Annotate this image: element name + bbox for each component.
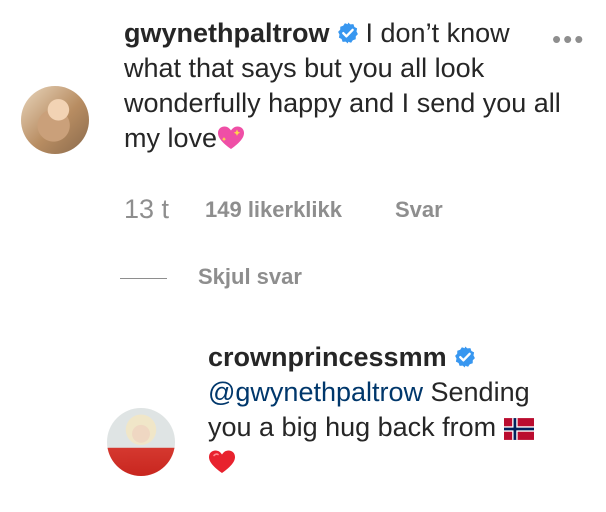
norway-flag-icon: [503, 418, 534, 440]
likes-count-button[interactable]: 149 likerklikk: [205, 197, 342, 223]
comment-time: 13 t: [124, 194, 170, 224]
verified-badge-icon: [454, 346, 475, 368]
comment-gwynethpaltrow: gwynethpaltrow I don’t know what that sa…: [124, 16, 564, 156]
comment-text-line1: I don’t know: [365, 18, 510, 48]
mention-link[interactable]: @gwynethpaltrow: [208, 377, 423, 407]
avatar-gwynethpaltrow[interactable]: [21, 86, 89, 154]
more-options-button[interactable]: •••: [552, 24, 585, 55]
username-crownprincessmm[interactable]: crownprincessmm: [208, 342, 447, 372]
red-heart-icon: [209, 450, 235, 473]
username-gwynethpaltrow[interactable]: gwynethpaltrow: [124, 18, 330, 48]
reply-button[interactable]: Svar: [395, 197, 443, 223]
hide-replies-divider: [120, 278, 167, 279]
hide-replies-button[interactable]: Skjul svar: [198, 264, 302, 290]
avatar-crownprincessmm[interactable]: [107, 408, 175, 476]
sparkling-heart-icon: [218, 126, 245, 149]
verified-badge-icon: [337, 22, 358, 44]
comment-text-rest: what that says but you all look wonderfu…: [124, 53, 561, 153]
comment-crownprincessmm: crownprincessmm @gwynethpaltrow Sending …: [208, 340, 578, 480]
text-fade-overlay: [512, 14, 552, 54]
